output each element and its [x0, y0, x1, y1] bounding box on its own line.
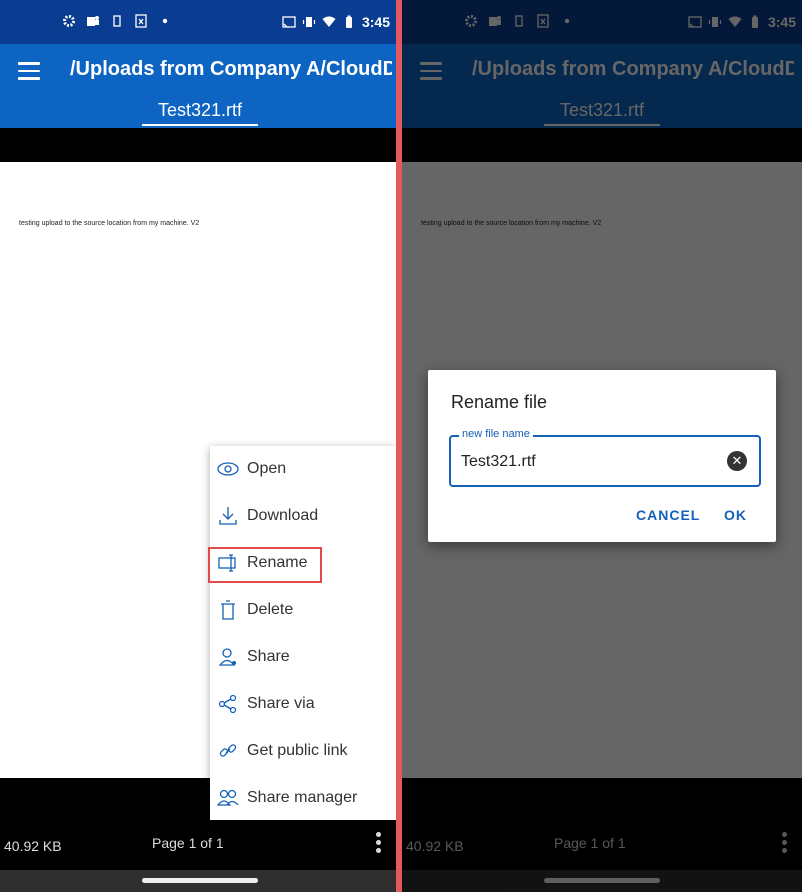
settings-icon	[63, 15, 75, 27]
right-screen: 3:45 /Uploads from Company A/CloudDr... …	[402, 0, 802, 892]
menu-item-label: Share via	[247, 695, 315, 712]
menu-item-label: Share manager	[247, 789, 358, 806]
menu-item-share-via[interactable]: Share via	[210, 681, 396, 727]
menu-item-share-manager[interactable]: Share manager	[210, 775, 396, 821]
preview-top-strip	[0, 128, 396, 162]
menu-item-label: Download	[247, 507, 319, 524]
dot-icon	[162, 18, 168, 24]
ok-button[interactable]: OK	[724, 507, 747, 523]
user-share-icon	[217, 646, 239, 668]
status-bar: 3:45	[0, 0, 396, 44]
context-menu: Open Download Rename Delete Share Share …	[210, 446, 396, 820]
menu-item-label: Share	[247, 648, 290, 665]
menu-item-label: Delete	[247, 601, 294, 618]
menu-item-label: Open	[247, 460, 287, 477]
file-name-field[interactable]: new file name ✕	[449, 428, 761, 487]
menu-item-open[interactable]: Open	[210, 446, 396, 492]
file-size: 40.92 KB	[4, 838, 62, 854]
field-label: new file name	[459, 428, 533, 440]
menu-item-download[interactable]: Download	[210, 493, 396, 539]
users-icon	[217, 787, 239, 809]
menu-icon[interactable]	[18, 62, 40, 80]
eye-icon	[217, 458, 239, 480]
cancel-button[interactable]: CANCEL	[636, 507, 700, 523]
dialog-title: Rename file	[451, 392, 548, 412]
battery-icon	[345, 15, 352, 28]
tab-indicator	[142, 124, 258, 126]
clear-icon[interactable]: ✕	[727, 451, 747, 471]
link-icon	[217, 740, 239, 762]
system-nav-bar	[0, 870, 396, 892]
menu-item-label: Get public link	[247, 742, 348, 759]
menu-item-public-link[interactable]: Get public link	[210, 728, 396, 774]
tab-file[interactable]: Test321.rtf	[142, 100, 258, 121]
teams-icon	[87, 16, 99, 26]
rename-highlight-box	[208, 547, 322, 583]
menu-item-share[interactable]: Share	[210, 634, 396, 680]
share-via-icon	[217, 693, 239, 715]
app-bar: /Uploads from Company A/CloudDr... Test3…	[0, 44, 396, 128]
rename-dialog: Rename file new file name ✕ CANCEL OK	[428, 370, 776, 542]
document-text: testing upload to the source location fr…	[19, 220, 200, 227]
page-indicator: Page 1 of 1	[152, 835, 224, 851]
status-time: 3:45	[361, 14, 390, 30]
home-gesture-pill[interactable]	[142, 878, 258, 883]
more-options-icon[interactable]	[376, 832, 382, 856]
download-icon	[217, 505, 239, 527]
wifi-icon	[322, 16, 336, 27]
left-screen: 3:45 /Uploads from Company A/CloudDr... …	[0, 0, 396, 892]
vibrate-icon	[302, 17, 316, 27]
path-title: /Uploads from Company A/CloudDr...	[70, 58, 392, 80]
device-icon	[113, 15, 121, 27]
cast-icon	[282, 16, 296, 28]
menu-item-delete[interactable]: Delete	[210, 587, 396, 633]
trash-icon	[217, 599, 239, 621]
file-name-input[interactable]	[461, 453, 711, 471]
excel-icon	[135, 14, 147, 28]
